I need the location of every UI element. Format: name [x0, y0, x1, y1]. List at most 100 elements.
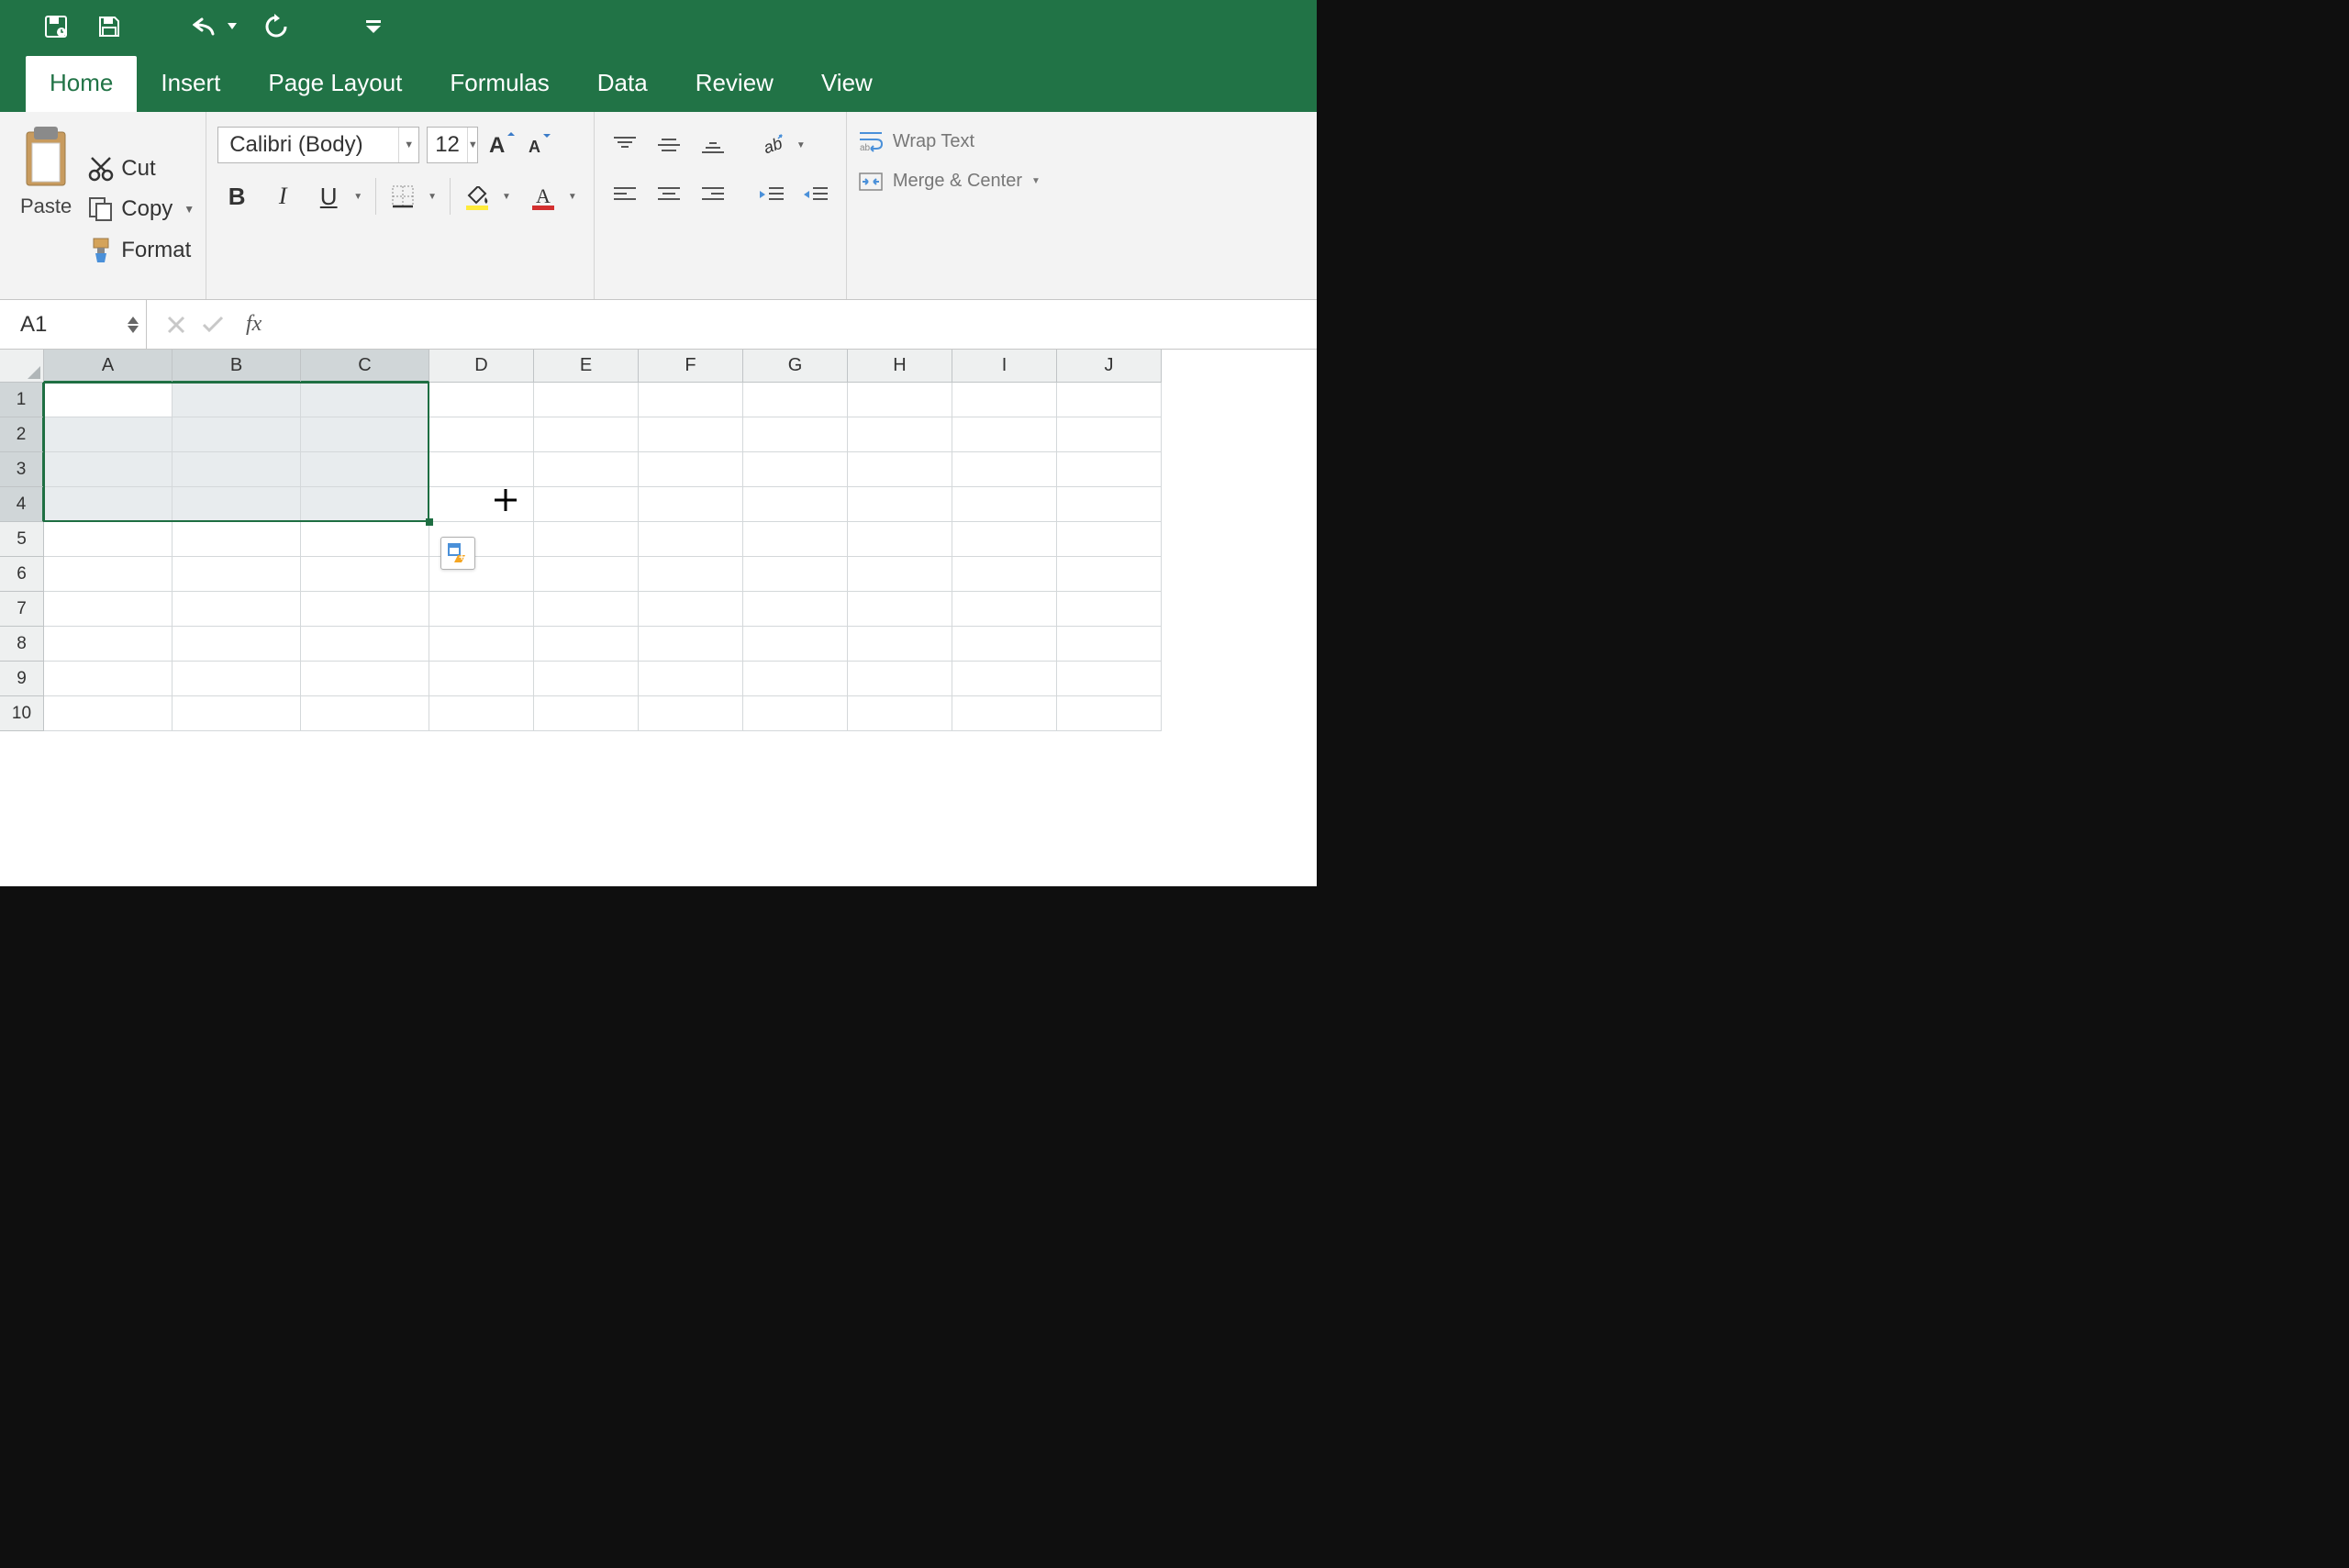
column-header-i[interactable]: I: [952, 350, 1057, 383]
align-top-button[interactable]: [606, 127, 644, 163]
format-painter-button[interactable]: Format: [88, 237, 195, 264]
cell[interactable]: [952, 592, 1057, 627]
cell[interactable]: [1057, 557, 1162, 592]
row-header-1[interactable]: 1: [0, 383, 44, 417]
cell[interactable]: [639, 696, 743, 731]
cell[interactable]: [1057, 452, 1162, 487]
row-header-9[interactable]: 9: [0, 662, 44, 696]
column-header-d[interactable]: D: [429, 350, 534, 383]
dropdown-icon[interactable]: ▼: [422, 192, 442, 202]
align-right-button[interactable]: [694, 176, 732, 213]
cell[interactable]: [301, 383, 429, 417]
font-size-combo[interactable]: 12 ▼: [427, 127, 478, 163]
cell[interactable]: [173, 592, 301, 627]
orientation-button[interactable]: ab: [752, 127, 791, 163]
column-header-g[interactable]: G: [743, 350, 848, 383]
cell[interactable]: [1057, 592, 1162, 627]
dropdown-icon[interactable]: ▼: [348, 192, 368, 202]
cell[interactable]: [639, 557, 743, 592]
cell[interactable]: [743, 627, 848, 662]
merge-center-button[interactable]: Merge & Center ▼: [858, 171, 1041, 192]
cell[interactable]: [173, 452, 301, 487]
cell[interactable]: [639, 662, 743, 696]
row-header-4[interactable]: 4: [0, 487, 44, 522]
cell[interactable]: [743, 662, 848, 696]
font-color-button[interactable]: A: [524, 176, 562, 217]
column-header-b[interactable]: B: [173, 350, 301, 383]
cell[interactable]: [743, 557, 848, 592]
cell[interactable]: [429, 452, 534, 487]
row-header-8[interactable]: 8: [0, 627, 44, 662]
increase-indent-button[interactable]: [796, 176, 835, 213]
cell[interactable]: [44, 383, 173, 417]
column-header-j[interactable]: J: [1057, 350, 1162, 383]
cell[interactable]: [1057, 696, 1162, 731]
dropdown-icon[interactable]: ▼: [496, 192, 517, 202]
align-bottom-button[interactable]: [694, 127, 732, 163]
cell[interactable]: [639, 592, 743, 627]
cell[interactable]: [429, 662, 534, 696]
cell[interactable]: [173, 557, 301, 592]
cell[interactable]: [743, 452, 848, 487]
fill-color-button[interactable]: [458, 176, 496, 217]
cells-area[interactable]: +: [44, 383, 1162, 731]
cell[interactable]: [173, 487, 301, 522]
bold-button[interactable]: B: [217, 176, 256, 217]
cell[interactable]: [1057, 383, 1162, 417]
cut-button[interactable]: Cut: [88, 156, 195, 182]
cell[interactable]: [173, 662, 301, 696]
cell[interactable]: [1057, 487, 1162, 522]
row-header-5[interactable]: 5: [0, 522, 44, 557]
dropdown-icon[interactable]: ▼: [398, 128, 418, 162]
cell[interactable]: [848, 662, 952, 696]
insert-function-button[interactable]: fx: [240, 312, 262, 337]
increase-font-size-button[interactable]: A: [485, 127, 517, 163]
cell[interactable]: [1057, 627, 1162, 662]
cell[interactable]: [848, 696, 952, 731]
cell[interactable]: [301, 522, 429, 557]
cell[interactable]: [952, 417, 1057, 452]
paste-button[interactable]: Paste: [11, 121, 81, 294]
decrease-font-size-button[interactable]: A: [524, 127, 555, 163]
cell[interactable]: [301, 557, 429, 592]
cell[interactable]: [848, 592, 952, 627]
column-header-a[interactable]: A: [44, 350, 173, 383]
cell[interactable]: [429, 592, 534, 627]
tab-view[interactable]: View: [797, 56, 896, 112]
formula-input[interactable]: [282, 300, 1317, 349]
cancel-formula-button[interactable]: [167, 316, 185, 334]
cell[interactable]: [173, 627, 301, 662]
name-box-dropdown[interactable]: [128, 317, 139, 333]
fill-handle[interactable]: [426, 518, 433, 526]
cell[interactable]: [848, 522, 952, 557]
cell[interactable]: [1057, 417, 1162, 452]
cell[interactable]: [301, 452, 429, 487]
cell[interactable]: [429, 696, 534, 731]
cell[interactable]: [534, 557, 639, 592]
italic-button[interactable]: I: [263, 176, 302, 217]
cell[interactable]: [44, 696, 173, 731]
cell[interactable]: [743, 487, 848, 522]
dropdown-icon[interactable]: ▼: [562, 192, 583, 202]
cell[interactable]: [301, 592, 429, 627]
cell[interactable]: [639, 417, 743, 452]
cell[interactable]: [44, 487, 173, 522]
dropdown-icon[interactable]: [228, 23, 237, 30]
copy-button[interactable]: Copy ▼: [88, 196, 195, 222]
column-header-e[interactable]: E: [534, 350, 639, 383]
cell[interactable]: [534, 452, 639, 487]
row-header-10[interactable]: 10: [0, 696, 44, 731]
underline-button[interactable]: U: [309, 176, 348, 217]
cell[interactable]: [534, 417, 639, 452]
cell[interactable]: [301, 487, 429, 522]
row-header-6[interactable]: 6: [0, 557, 44, 592]
cell[interactable]: [848, 557, 952, 592]
cell[interactable]: [429, 627, 534, 662]
tab-formulas[interactable]: Formulas: [426, 56, 573, 112]
undo-button[interactable]: [193, 13, 237, 40]
align-middle-button[interactable]: [650, 127, 688, 163]
cell[interactable]: [44, 522, 173, 557]
cell[interactable]: [301, 627, 429, 662]
row-header-7[interactable]: 7: [0, 592, 44, 627]
cell[interactable]: [534, 487, 639, 522]
